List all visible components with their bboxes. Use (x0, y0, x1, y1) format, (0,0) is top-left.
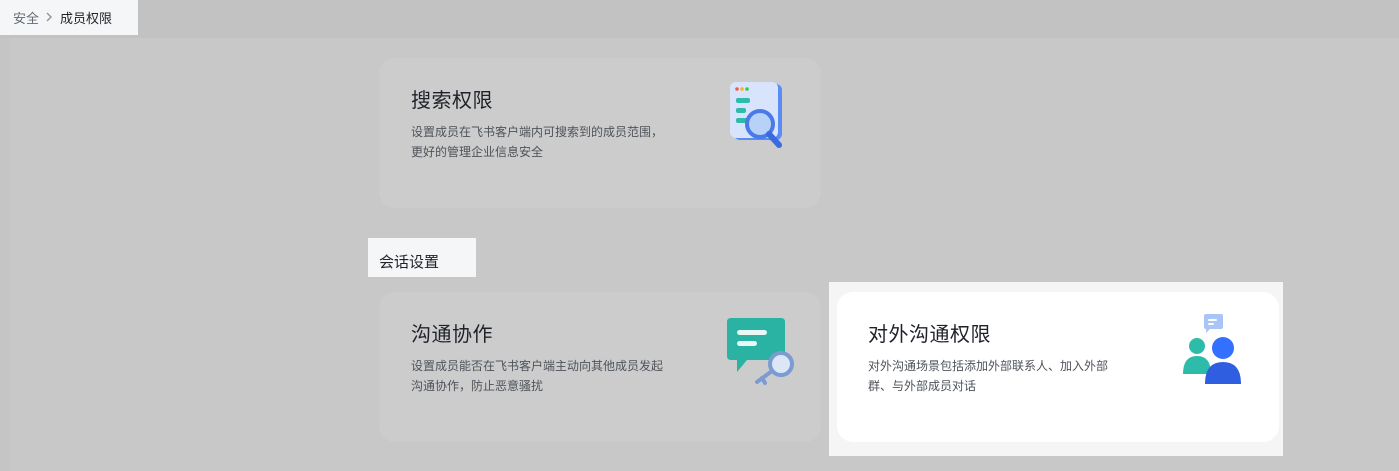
card-description: 设置成员能否在飞书客户端主动向其他成员发起 沟通协作，防止恶意骚扰 (411, 356, 676, 396)
card-description: 对外沟通场景包括添加外部联系人、加入外部 群、与外部成员对话 (868, 356, 1128, 396)
section-title-session-settings: 会话设置 (379, 253, 440, 271)
chevron-right-icon (45, 11, 53, 25)
external-communication-card[interactable]: 对外沟通权限 对外沟通场景包括添加外部联系人、加入外部 群、与外部成员对话 (837, 292, 1279, 442)
card-description-line: 对外沟通场景包括添加外部联系人、加入外部 (868, 359, 1109, 373)
breadcrumb-link-security[interactable]: 安全 (13, 8, 39, 27)
section-header-box: 会话设置 (368, 238, 476, 277)
card-title: 对外沟通权限 (868, 322, 991, 346)
card-description: 设置成员在飞书客户端内可搜索到的成员范围， 更好的管理企业信息安全 (411, 122, 676, 162)
search-magnifier-icon (724, 78, 794, 162)
card-description-line: 沟通协作，防止恶意骚扰 (411, 379, 544, 393)
card-title: 搜索权限 (411, 88, 493, 112)
card-description-line: 群、与外部成员对话 (868, 379, 977, 393)
card-description-line: 设置成员能否在飞书客户端主动向其他成员发起 (411, 359, 664, 373)
card-description-line: 更好的管理企业信息安全 (411, 145, 544, 159)
top-bar (0, 0, 1399, 38)
people-chat-icon (1179, 312, 1259, 396)
chat-bubble-key-icon (723, 316, 799, 396)
communication-collab-card[interactable]: 沟通协作 设置成员能否在飞书客户端主动向其他成员发起 沟通协作，防止恶意骚扰 (379, 292, 821, 442)
breadcrumb: 安全 成员权限 (0, 0, 138, 35)
search-permission-card[interactable]: 搜索权限 设置成员在飞书客户端内可搜索到的成员范围， 更好的管理企业信息安全 (379, 58, 821, 208)
breadcrumb-current: 成员权限 (60, 12, 113, 27)
card-description-line: 设置成员在飞书客户端内可搜索到的成员范围， (411, 125, 664, 139)
card-title: 沟通协作 (411, 322, 493, 346)
